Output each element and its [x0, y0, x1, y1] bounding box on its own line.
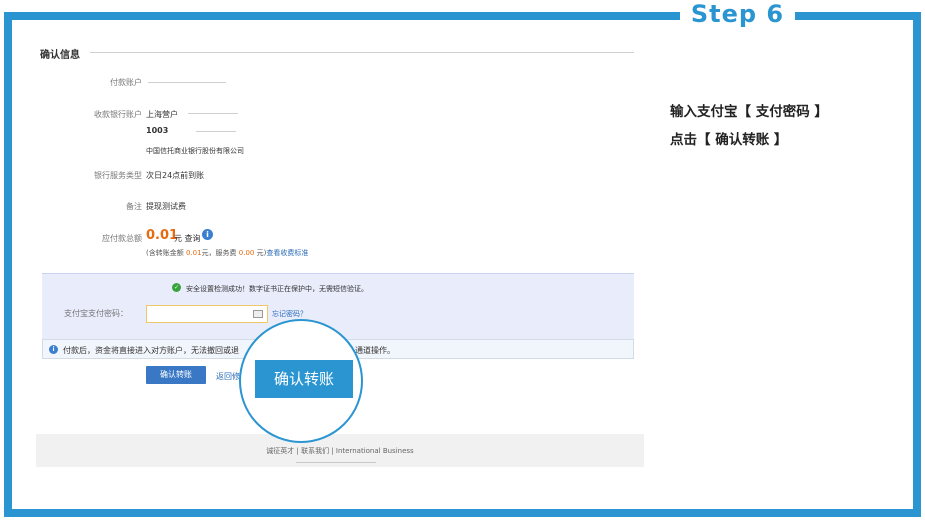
- receiver-label: 收款银行账户: [94, 110, 142, 119]
- footer: 诚征英才 | 联系我们 | International Business: [36, 434, 644, 467]
- footer-copyright-redacted: [296, 462, 376, 463]
- payment-password-box: ✓ 安全设置检测成功！数字证书正在保护中，无需短信验证。 支付宝支付密码： 忘记…: [42, 273, 634, 339]
- instructions: 输入支付宝【 支付密码 】 点击【 确认转账 】: [670, 98, 828, 154]
- fee-prefix: (含转账金额: [146, 249, 186, 257]
- info-icon[interactable]: i: [202, 229, 213, 240]
- amount-suffix: 查询: [184, 234, 201, 243]
- fee-mid: 元，服务费: [201, 249, 239, 257]
- warning-text: 付款后，资金将直接进入对方账户，无法撤回或退: [63, 346, 239, 355]
- section-title: 确认信息: [40, 50, 80, 61]
- forgot-password-link[interactable]: 忘记密码？: [272, 309, 307, 319]
- section-divider: [90, 52, 634, 53]
- payer-value-redacted: [148, 82, 226, 83]
- receiver-account-redacted: [196, 131, 236, 132]
- warning-tail: 通道操作。: [355, 346, 395, 355]
- amount-unit-text: 元: [174, 234, 182, 243]
- service-value: 次日24点前到账: [146, 171, 205, 180]
- security-status: 安全设置检测成功！数字证书正在保护中，无需短信验证。: [186, 285, 368, 293]
- fee-amount: 0.01: [185, 249, 202, 257]
- keyboard-icon[interactable]: [253, 310, 263, 318]
- amount-label: 应付款总额: [102, 234, 142, 243]
- receiver-city: 上海营户: [146, 110, 178, 119]
- password-input[interactable]: [146, 305, 268, 323]
- fee-end: 元): [254, 249, 267, 257]
- check-icon: ✓: [172, 283, 181, 292]
- remark-value: 提现测试费: [146, 202, 186, 211]
- remark-label: 备注: [126, 202, 142, 211]
- payer-label: 付款账户: [110, 78, 142, 87]
- amount-unit: 元 查询: [174, 233, 201, 244]
- step-label: Step 6: [680, 0, 795, 28]
- instruction-line-1: 输入支付宝【 支付密码 】: [670, 104, 828, 120]
- receiver-account-no: 1003: [146, 126, 169, 135]
- receiver-bank: 中国信托商业银行股份有限公司: [146, 147, 244, 155]
- instruction-line-2: 点击【 确认转账 】: [670, 132, 788, 148]
- confirm-transfer-button[interactable]: 确认转账: [146, 366, 206, 384]
- receiver-name-redacted: [188, 113, 238, 114]
- fee-standard-link[interactable]: 查看收费标准: [266, 249, 308, 257]
- zoomed-confirm-button[interactable]: 确认转账: [255, 360, 353, 398]
- fee-service: 0.00: [238, 249, 255, 257]
- back-link[interactable]: 返回修: [216, 371, 240, 382]
- fee-detail: (含转账金额 0.01元，服务费 0.00 元)查看收费标准: [146, 248, 308, 258]
- footer-links[interactable]: 诚征英才 | 联系我们 | International Business: [36, 446, 644, 456]
- service-label: 银行服务类型: [94, 171, 142, 180]
- info-icon: i: [49, 345, 58, 354]
- password-label: 支付宝支付密码：: [64, 309, 128, 318]
